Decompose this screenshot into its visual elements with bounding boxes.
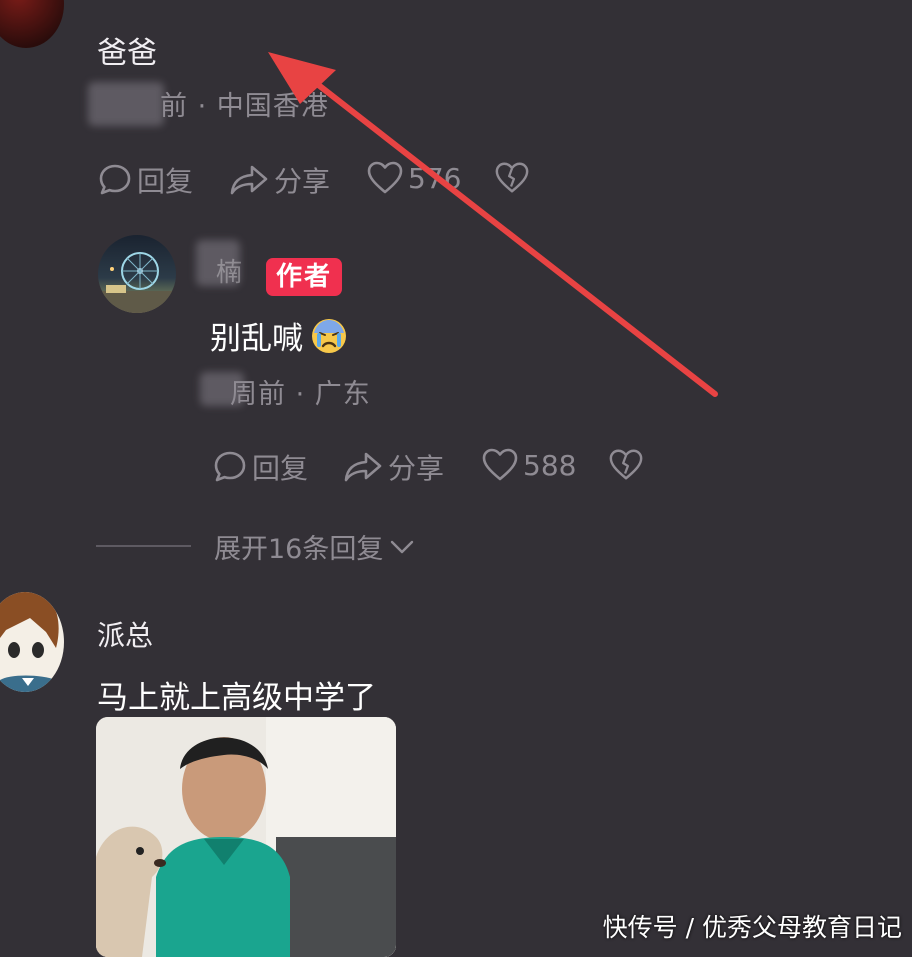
red-arrow-annotation <box>268 52 718 397</box>
watermark: 快传号 / 优秀父母教育日记 <box>602 913 902 942</box>
